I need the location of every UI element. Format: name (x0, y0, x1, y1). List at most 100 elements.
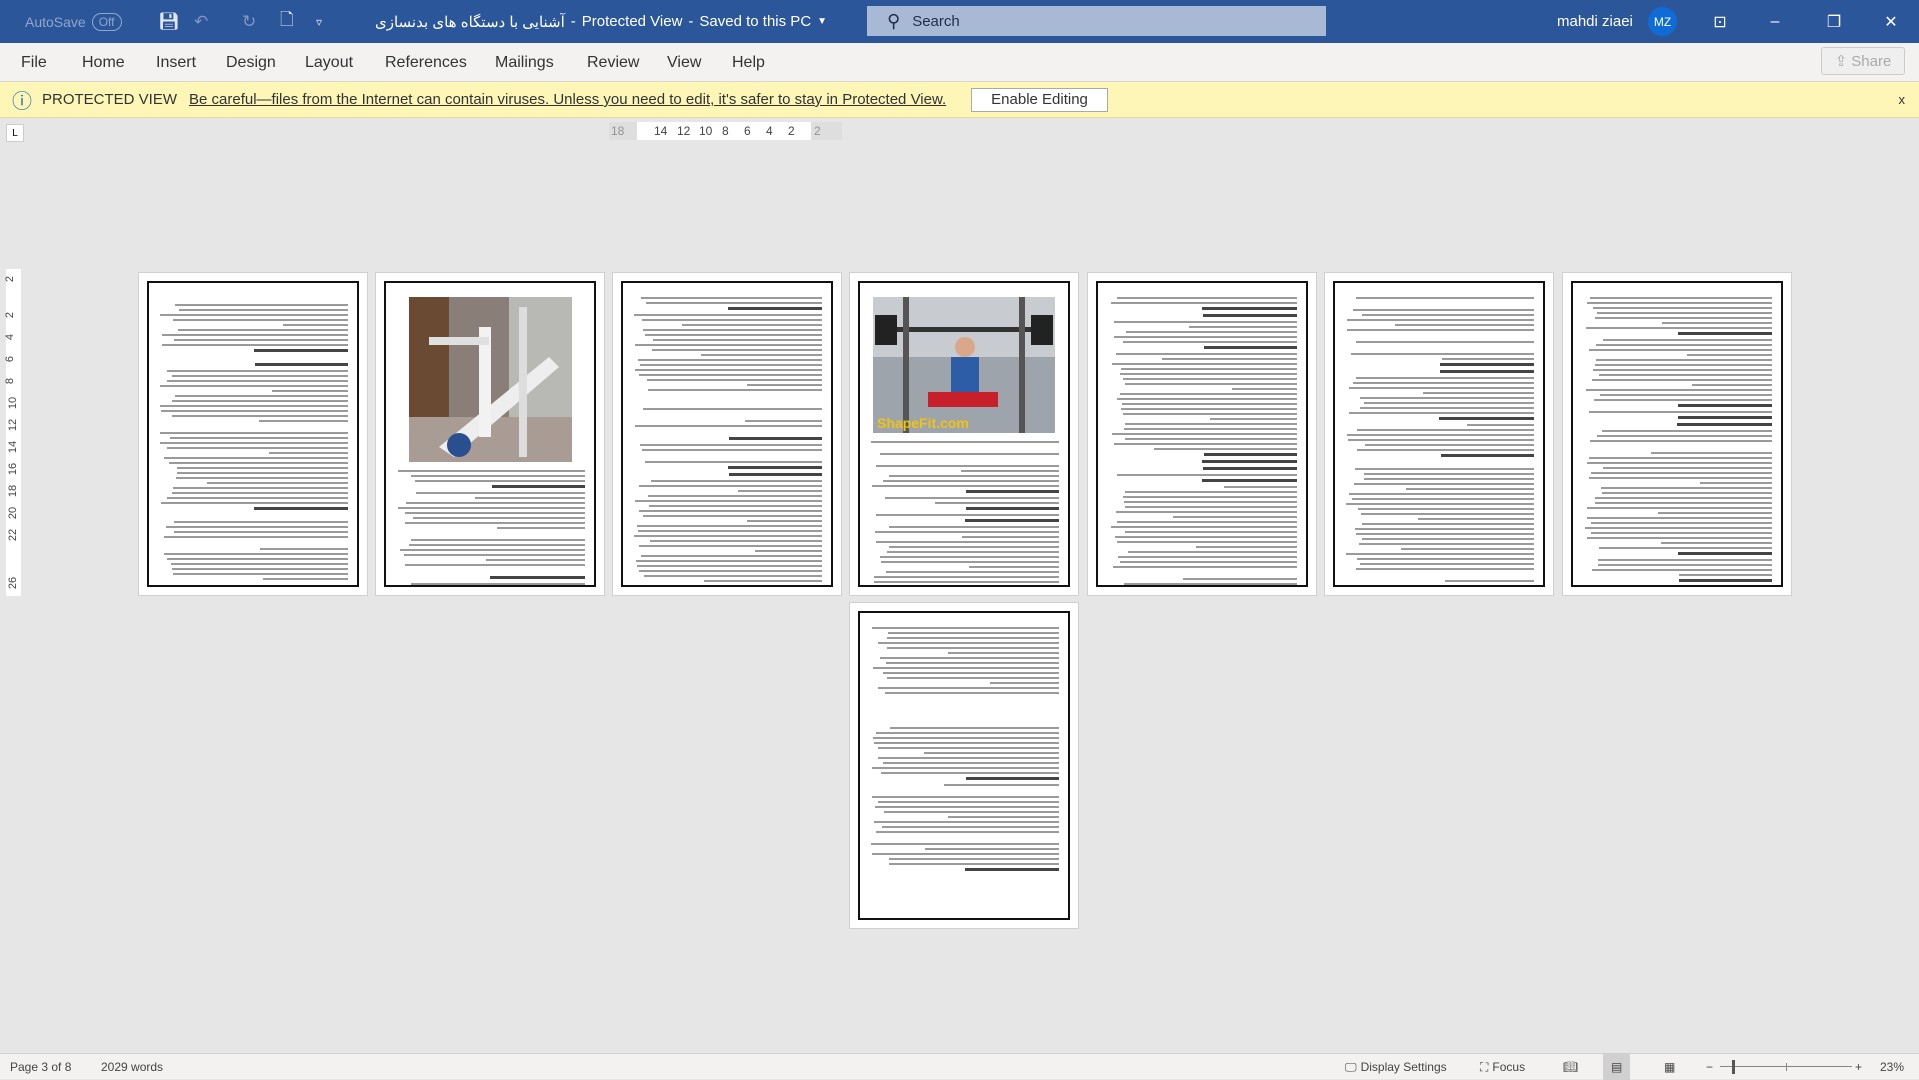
save-icon[interactable]: 💾︎ (158, 0, 180, 43)
page-border (1333, 281, 1545, 587)
tab-design[interactable]: Design (226, 43, 276, 82)
ruler-mark: 10 (7, 396, 20, 410)
page-thumbnail-3[interactable] (612, 272, 842, 596)
read-mode-icon[interactable]: 📖︎ (1563, 1054, 1578, 1080)
minimize-icon[interactable]: – (1752, 0, 1798, 43)
tab-references[interactable]: References (385, 43, 467, 82)
ruler-mark: 2 (4, 311, 17, 319)
protected-view-link[interactable]: Be careful—files from the Internet can c… (189, 91, 946, 108)
ruler-mark: 22 (7, 528, 20, 542)
page-border (858, 611, 1070, 920)
zoom-in-icon[interactable]: + (1855, 1054, 1862, 1080)
tab-review[interactable]: Review (587, 43, 639, 82)
print-layout-icon[interactable]: ▤ (1603, 1054, 1631, 1080)
autosave-label: AutoSave (25, 13, 86, 30)
tab-file[interactable]: File (21, 43, 47, 82)
ruler-mark: 2 (788, 124, 795, 138)
ruler-mark: 26 (7, 576, 20, 590)
page-border: ShapeFit.com (858, 281, 1070, 587)
page-thumbnail-5[interactable] (1087, 272, 1317, 596)
page-thumbnail-1[interactable] (138, 272, 368, 596)
tab-layout[interactable]: Layout (305, 43, 353, 82)
ruler-mark: 12 (7, 418, 20, 432)
ruler-mark: 18 (7, 484, 20, 498)
ruler-mark: 14 (7, 440, 20, 454)
image-watermark: ShapeFit.com (877, 415, 969, 431)
user-name[interactable]: mahdi ziaei (1557, 0, 1633, 43)
ruler-mark: 8 (722, 124, 729, 138)
page-thumbnail-8[interactable] (849, 602, 1079, 929)
search-box[interactable]: ⚲ Search (867, 6, 1326, 36)
chevron-down-icon: ▼ (817, 16, 828, 27)
display-settings-button[interactable]: 🖵 Display Settings (1345, 1054, 1447, 1080)
protected-view-bar: ⓘ PROTECTED VIEW Be careful—files from t… (0, 82, 1919, 118)
page-thumbnail-6[interactable] (1324, 272, 1554, 596)
gym-machine-photo (408, 297, 572, 462)
undo-icon[interactable]: ↶ (194, 0, 208, 43)
zoom-level[interactable]: 23% (1880, 1054, 1904, 1080)
tab-home[interactable]: Home (82, 43, 125, 82)
save-status: Saved to this PC (699, 13, 812, 30)
page-thumbnail-2[interactable] (375, 272, 605, 596)
monitor-icon: 🖵 (1345, 1059, 1357, 1074)
tab-help[interactable]: Help (732, 43, 765, 82)
customize-toolbar-icon[interactable]: ▿ (316, 0, 322, 43)
shoulder-press-photo: ShapeFit.com (873, 297, 1055, 433)
page-border (384, 281, 596, 587)
display-settings-label: Display Settings (1360, 1060, 1447, 1074)
ruler-mark: 10 (699, 124, 713, 138)
ruler-mark: 6 (4, 355, 17, 363)
page-border (1571, 281, 1783, 587)
ruler-mark: 8 (4, 377, 17, 385)
ruler-mark: 2 (4, 275, 17, 283)
word-count[interactable]: 2029 words (101, 1054, 163, 1080)
page-thumbnail-4[interactable]: ShapeFit.com (849, 272, 1079, 596)
focus-label: Focus (1492, 1060, 1526, 1074)
ruler-mark: 20 (7, 506, 20, 520)
share-label: Share (1851, 52, 1892, 70)
search-placeholder: Search (912, 12, 960, 30)
web-layout-icon[interactable]: ▦ (1664, 1054, 1675, 1080)
close-icon[interactable]: x (1899, 92, 1906, 107)
page-border (147, 281, 359, 587)
view-mode: Protected View (581, 13, 683, 30)
ruler-mark: 4 (766, 124, 773, 138)
focus-icon: ⛶ (1480, 1059, 1489, 1074)
title-bar: AutoSave Off 💾︎ ↶ ↻ 🗋 ▿ آشنایی با دستگاه … (0, 0, 1919, 43)
tab-insert[interactable]: Insert (156, 43, 196, 82)
page-count[interactable]: Page 3 of 8 (10, 1054, 71, 1080)
vertical-ruler[interactable]: 2 2 4 6 8 10 12 14 16 18 20 22 26 (4, 269, 21, 596)
document-name: آشنایی با دستگاه های بدنسازی (375, 13, 565, 31)
ruler-mark: 6 (744, 124, 751, 138)
focus-button[interactable]: ⛶ Focus (1480, 1054, 1525, 1080)
share-icon: ⇪ (1834, 53, 1848, 70)
tab-selector[interactable]: L (6, 124, 24, 142)
ruler-mark: 16 (7, 462, 20, 476)
page-border (1096, 281, 1308, 587)
ruler-mark: 4 (4, 333, 17, 341)
redo-icon[interactable]: ↻ (242, 0, 256, 43)
zoom-slider[interactable] (1720, 1054, 1852, 1080)
ruler-mark: 14 (654, 124, 668, 138)
tab-mailings[interactable]: Mailings (495, 43, 554, 82)
ribbon-tabs: File Home Insert Design Layout Reference… (0, 43, 1919, 82)
share-button[interactable]: ⇪ Share (1821, 47, 1905, 75)
autosave-state: Off (91, 12, 122, 31)
page-border (621, 281, 833, 587)
protected-view-label: PROTECTED VIEW (42, 91, 178, 108)
restore-icon[interactable]: ❐ (1811, 0, 1857, 43)
enable-editing-button[interactable]: Enable Editing (971, 87, 1108, 112)
shield-info-icon: ⓘ (12, 91, 32, 113)
autosave-toggle[interactable]: AutoSave Off (25, 0, 122, 43)
avatar[interactable]: MZ (1648, 7, 1677, 36)
zoom-out-icon[interactable]: − (1706, 1054, 1713, 1080)
close-icon[interactable]: ✕ (1868, 0, 1914, 43)
horizontal-ruler[interactable]: 1814121086422 (609, 122, 842, 140)
document-title[interactable]: آشنایی با دستگاه های بدنسازی - Protected V… (375, 0, 827, 43)
tab-view[interactable]: View (667, 43, 701, 82)
page-thumbnail-7[interactable] (1562, 272, 1792, 596)
ruler-mark: 12 (677, 124, 691, 138)
new-document-icon[interactable]: 🗋 (280, 0, 294, 43)
status-bar: Page 3 of 8 2029 words 🖵 Display Settings… (0, 1053, 1919, 1080)
ribbon-display-options-icon[interactable]: ⊡ (1697, 0, 1743, 43)
